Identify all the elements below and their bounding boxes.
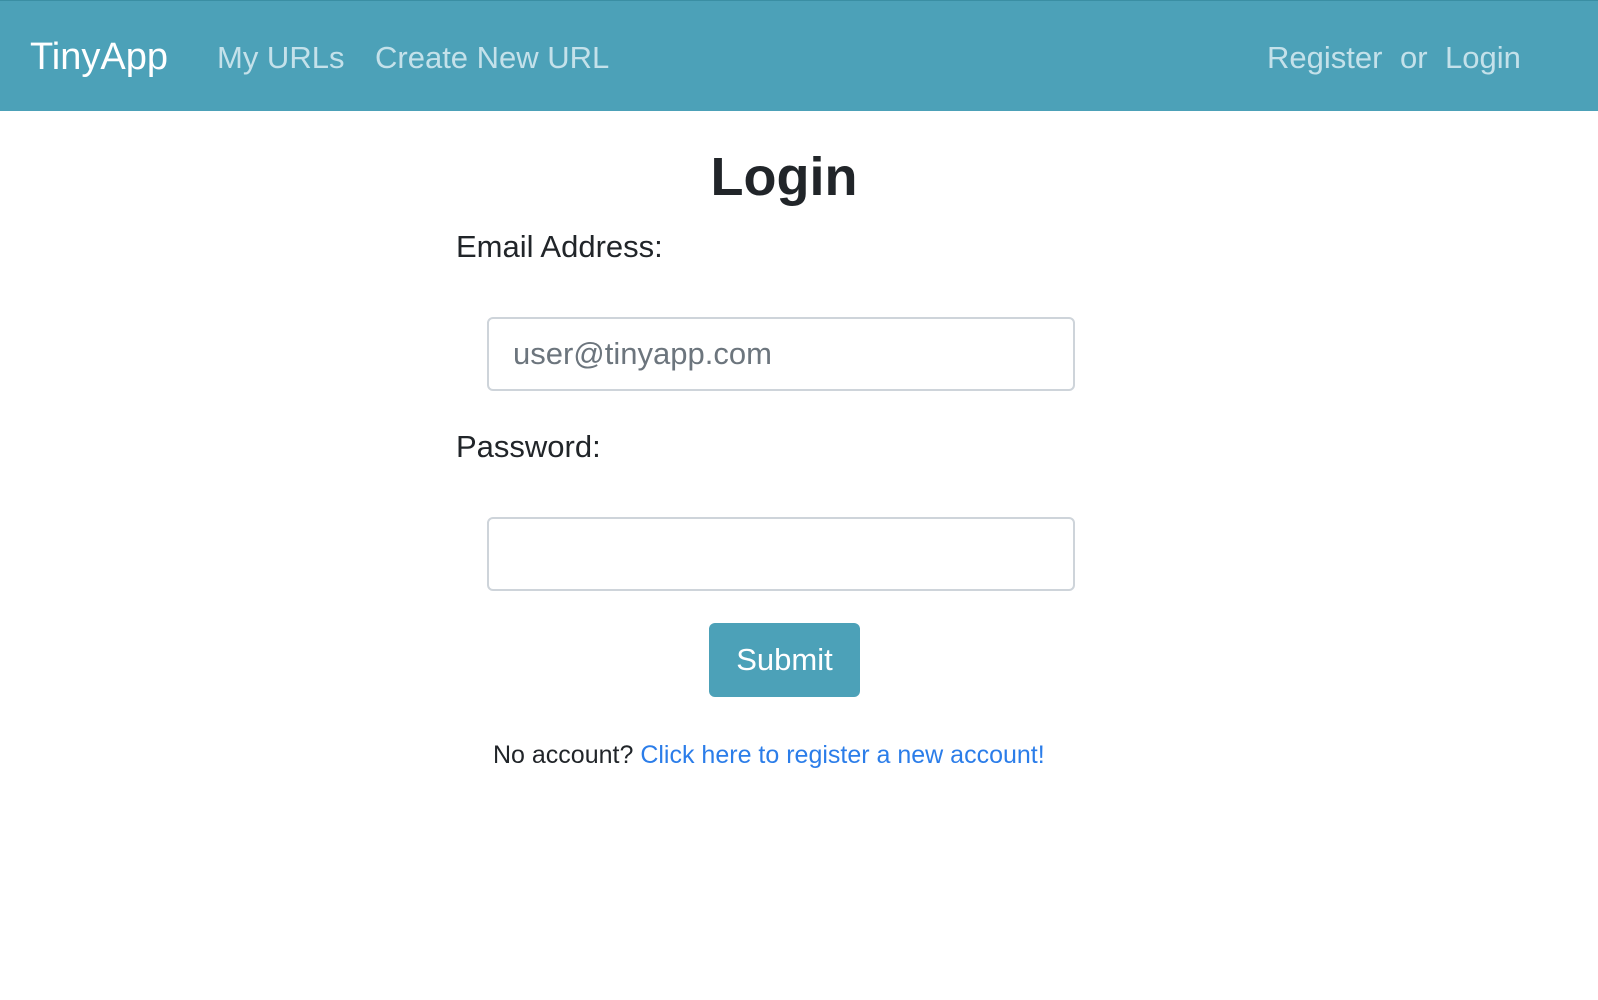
register-prompt: No account? Click here to register a new… bbox=[493, 740, 1045, 770]
nav-register-link[interactable]: Register bbox=[1267, 39, 1382, 77]
email-label: Email Address: bbox=[456, 229, 663, 264]
password-label: Password: bbox=[456, 429, 601, 464]
nav-create-new-url-link[interactable]: Create New URL bbox=[375, 39, 609, 77]
top-navbar: TinyApp My URLs Create New URL Register … bbox=[0, 0, 1598, 111]
page-title: Login bbox=[710, 147, 858, 207]
password-input[interactable] bbox=[487, 517, 1075, 591]
brand-logo-link[interactable]: TinyApp bbox=[30, 35, 168, 79]
register-prompt-text: No account? bbox=[493, 741, 634, 769]
register-new-account-link[interactable]: Click here to register a new account! bbox=[640, 741, 1044, 769]
submit-button[interactable]: Submit bbox=[709, 623, 860, 697]
nav-login-link[interactable]: Login bbox=[1445, 39, 1521, 77]
nav-my-urls-link[interactable]: My URLs bbox=[217, 39, 344, 77]
nav-or-text: or bbox=[1400, 40, 1428, 75]
email-input[interactable] bbox=[487, 317, 1075, 391]
